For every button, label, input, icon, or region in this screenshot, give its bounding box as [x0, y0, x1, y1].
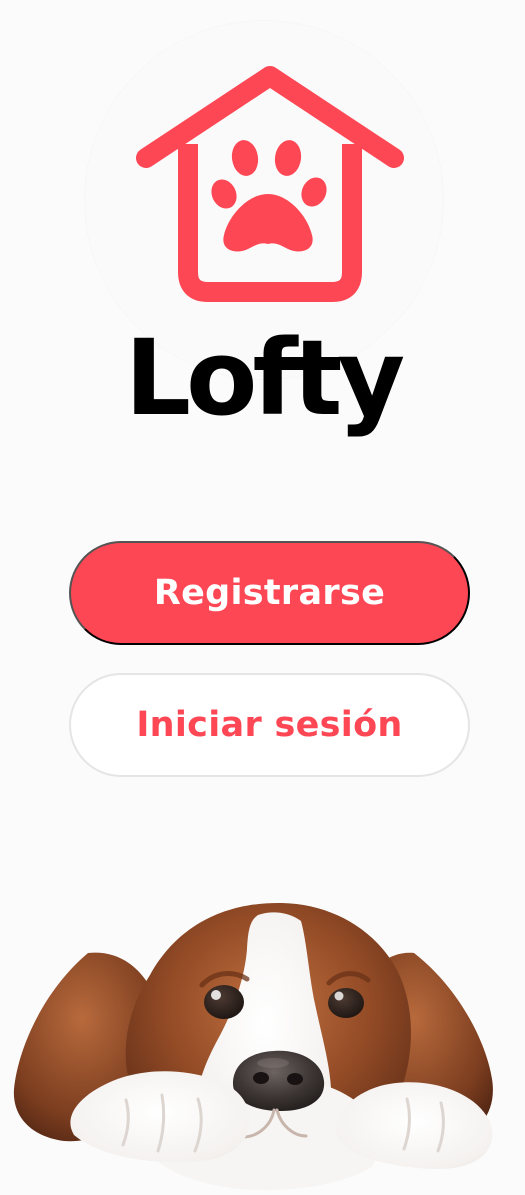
- register-button[interactable]: Registrarse: [69, 541, 470, 645]
- welcome-screen: Lofty Registrarse Iniciar sesión: [0, 0, 525, 1195]
- login-button[interactable]: Iniciar sesión: [69, 673, 470, 777]
- house-paw-icon: [136, 66, 404, 302]
- dog-illustration: [13, 902, 493, 1191]
- app-title: Lofty: [124, 317, 405, 439]
